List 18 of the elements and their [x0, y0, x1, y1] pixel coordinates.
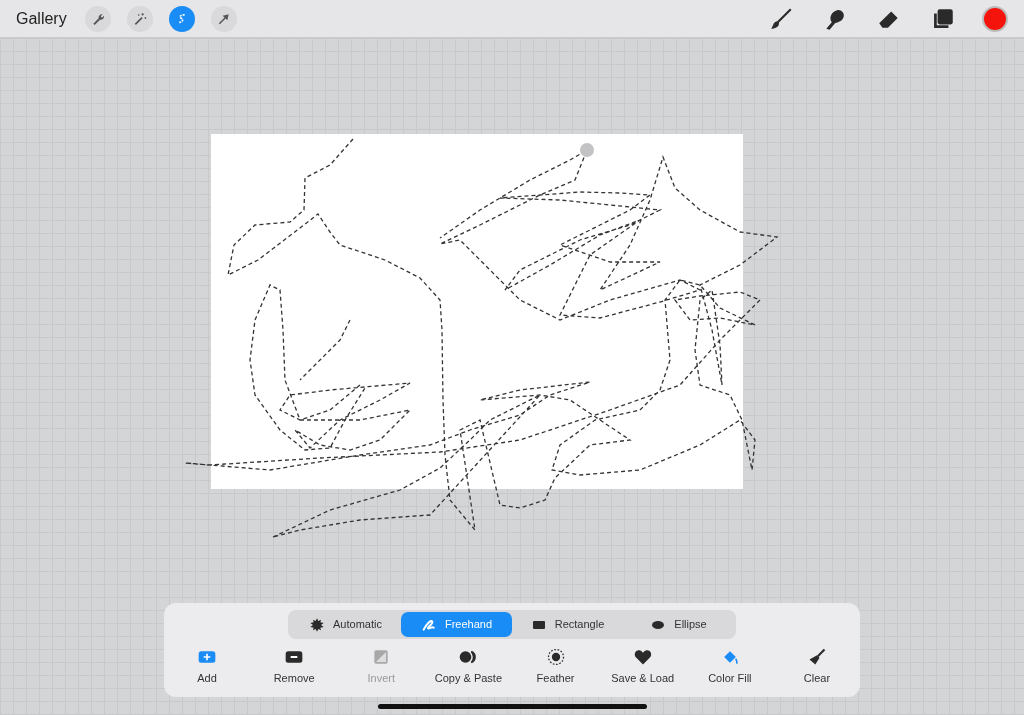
selection-mode-tab[interactable]: Ellipse: [623, 612, 734, 637]
color-swatch-button[interactable]: [982, 5, 1008, 32]
transform-button[interactable]: [210, 5, 237, 32]
selection-action-button[interactable]: Save & Load: [599, 647, 686, 687]
selection-action-button[interactable]: Feather: [512, 647, 599, 687]
selection-action-button[interactable]: Copy & Paste: [425, 647, 512, 687]
selection-action-button[interactable]: Clear: [774, 647, 860, 687]
actions-button[interactable]: [84, 5, 111, 32]
broom-icon: [806, 647, 828, 667]
adjustments-button[interactable]: [126, 5, 153, 32]
selection-action-button[interactable]: Remove: [251, 647, 338, 687]
selection-button[interactable]: [168, 5, 195, 32]
gallery-button[interactable]: Gallery: [0, 6, 77, 31]
starburst-icon: [309, 616, 326, 633]
selection-action-button[interactable]: Add: [164, 647, 250, 687]
selection-mode-tab[interactable]: Rectangle: [512, 612, 623, 637]
selection-mode-tab[interactable]: Automatic: [290, 612, 401, 637]
selection-action-button[interactable]: Color Fill: [686, 647, 773, 687]
